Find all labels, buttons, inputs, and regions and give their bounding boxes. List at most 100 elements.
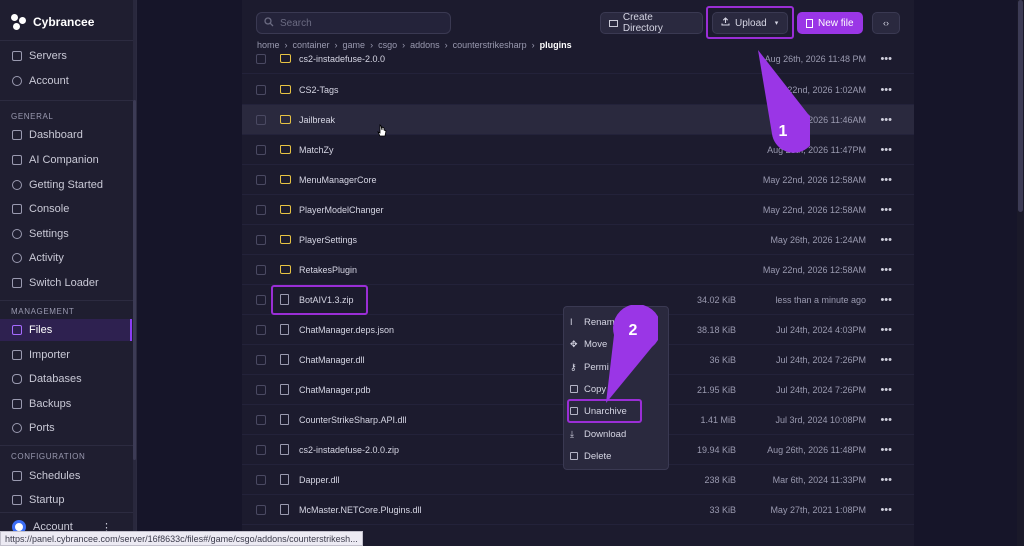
row-checkbox[interactable] <box>256 504 266 515</box>
folder-row[interactable]: MenuManagerCore May 22nd, 2026 12:58AM ••• <box>242 165 914 195</box>
folder-row[interactable]: PlayerSettings May 26th, 2026 1:24AM ••• <box>242 225 914 255</box>
file-name[interactable]: RetakesPlugin <box>299 265 357 275</box>
create-directory-label: Create Directory <box>622 12 663 34</box>
row-actions-icon[interactable]: ••• <box>880 144 892 156</box>
folder-row[interactable]: PlayerModelChanger May 22nd, 2026 12:58AM… <box>242 195 914 225</box>
row-checkbox[interactable] <box>256 204 266 215</box>
folder-row[interactable]: MatchZy Aug 28th, 2026 11:47PM ••• <box>242 135 914 165</box>
row-actions-icon[interactable]: ••• <box>880 384 892 396</box>
breadcrumb-item[interactable]: addons <box>410 40 440 50</box>
folder-icon <box>280 85 291 94</box>
file-name[interactable]: MenuManagerCore <box>299 175 377 185</box>
row-actions-icon[interactable]: ••• <box>880 414 892 426</box>
breadcrumb-separator: › <box>370 40 374 50</box>
row-checkbox[interactable] <box>256 414 266 425</box>
row-actions-icon[interactable]: ••• <box>880 54 892 65</box>
row-checkbox[interactable] <box>256 264 266 275</box>
breadcrumb-item[interactable]: game <box>343 40 366 50</box>
row-actions-icon[interactable]: ••• <box>880 264 892 276</box>
sidebar-divider <box>0 40 136 41</box>
row-actions-icon[interactable]: ••• <box>880 234 892 246</box>
create-directory-button[interactable]: Create Directory <box>600 12 703 34</box>
file-icon <box>280 384 289 395</box>
file-name[interactable]: CounterStrikeSharp.API.dll <box>299 415 407 425</box>
menu-item-label: Download <box>584 428 627 440</box>
file-name[interactable]: Dapper.dll <box>299 475 340 485</box>
file-modified-date: May 22nd, 2026 12:58AM <box>762 204 866 215</box>
copy-icon <box>570 385 578 393</box>
row-actions-icon[interactable]: ••• <box>880 354 892 366</box>
menu-item-copy[interactable]: Copy <box>570 379 606 399</box>
menu-item-delete[interactable]: Delete <box>570 446 611 466</box>
menu-item-download[interactable]: ⤓ Download <box>570 424 626 444</box>
search-box[interactable] <box>256 12 451 34</box>
brand[interactable]: Cybrancee <box>11 14 94 30</box>
row-checkbox[interactable] <box>256 84 266 95</box>
new-file-button[interactable]: New file <box>797 12 863 34</box>
row-actions-icon[interactable]: ••• <box>880 174 892 186</box>
row-actions-icon[interactable]: ••• <box>880 324 892 336</box>
file-modified-date: May 22nd, 2026 12:58AM <box>762 264 866 275</box>
folder-row[interactable]: CS2-Tags May 22nd, 2026 1:02AM ••• <box>242 75 914 105</box>
row-checkbox[interactable] <box>256 114 266 125</box>
row-checkbox[interactable] <box>256 234 266 245</box>
code-view-button[interactable]: ‹› <box>872 12 900 34</box>
file-name[interactable]: Jailbreak <box>299 115 335 125</box>
file-name[interactable]: McMaster.NETCore.Plugins.dll <box>299 505 422 515</box>
breadcrumb-item[interactable]: counterstrikesharp <box>453 40 527 50</box>
row-checkbox[interactable] <box>256 324 266 335</box>
row-actions-icon[interactable]: ••• <box>880 504 892 516</box>
folder-row[interactable]: RetakesPlugin May 22nd, 2026 12:58AM ••• <box>242 255 914 285</box>
zip-file-highlight <box>271 285 368 315</box>
file-name[interactable]: ChatManager.deps.json <box>299 325 394 335</box>
step-1-callout: 1 <box>758 50 810 153</box>
row-actions-icon[interactable]: ••• <box>880 444 892 456</box>
page-scrollbar[interactable] <box>1017 0 1024 546</box>
file-size: 19.94 KiB <box>696 444 736 455</box>
row-checkbox[interactable] <box>256 174 266 185</box>
file-name[interactable]: ChatManager.pdb <box>299 385 371 395</box>
row-checkbox[interactable] <box>256 474 266 485</box>
status-bar-url: https://panel.cybrancee.com/server/16f86… <box>0 531 363 546</box>
row-actions-icon[interactable]: ••• <box>880 114 892 126</box>
row-checkbox[interactable] <box>256 54 266 64</box>
menu-item-label: Delete <box>584 450 612 462</box>
row-actions-icon[interactable]: ••• <box>880 204 892 216</box>
breadcrumb-separator: › <box>531 40 535 50</box>
file-icon <box>280 324 289 335</box>
file-row[interactable]: McMaster.NETCore.Plugins.dll 33 KiB May 27… <box>242 495 914 525</box>
menu-item-move[interactable]: ✥ Move <box>570 334 607 354</box>
folder-row[interactable]: cs2-instadefuse-2.0.0 Aug 26th, 2026 11:4… <box>242 54 914 74</box>
breadcrumb-item[interactable]: csgo <box>378 40 397 50</box>
file-name[interactable]: cs2-instadefuse-2.0.0 <box>299 54 385 64</box>
row-checkbox[interactable] <box>256 384 266 395</box>
file-size: 238 KiB <box>704 474 736 485</box>
file-name[interactable]: CS2-Tags <box>299 85 339 95</box>
file-name[interactable]: MatchZy <box>299 145 334 155</box>
file-name[interactable]: PlayerModelChanger <box>299 205 384 215</box>
search-input[interactable] <box>280 17 440 29</box>
breadcrumb-item[interactable]: home <box>257 40 280 50</box>
file-name[interactable]: PlayerSettings <box>299 235 357 245</box>
file-size: 1.41 MiB <box>700 414 736 425</box>
file-list: cs2-instadefuse-2.0.0 Aug 26th, 2026 11:4… <box>0 54 1024 531</box>
file-name[interactable]: ChatManager.dll <box>299 355 365 365</box>
file-modified-date: Jul 24th, 2024 4:03PM <box>775 324 866 335</box>
file-icon <box>280 504 289 515</box>
file-name[interactable]: cs2-instadefuse-2.0.0.zip <box>299 445 399 455</box>
row-actions-icon[interactable]: ••• <box>880 474 892 486</box>
row-checkbox[interactable] <box>256 294 266 305</box>
row-checkbox[interactable] <box>256 144 266 155</box>
folder-row[interactable]: Jailbreak h, 2026 11:46AM ••• <box>242 105 914 135</box>
row-actions-icon[interactable]: ••• <box>880 294 892 306</box>
breadcrumb-item[interactable]: container <box>293 40 330 50</box>
file-icon <box>280 474 289 485</box>
file-size: 21.95 KiB <box>696 384 736 395</box>
file-size: 36 KiB <box>709 354 736 365</box>
file-modified-date: Aug 26th, 2026 11:48PM <box>767 444 866 455</box>
file-modified-date: May 26th, 2026 1:24AM <box>770 234 866 245</box>
breadcrumb-separator: › <box>444 40 448 50</box>
row-actions-icon[interactable]: ••• <box>880 84 892 96</box>
row-checkbox[interactable] <box>256 354 266 365</box>
row-checkbox[interactable] <box>256 444 266 455</box>
